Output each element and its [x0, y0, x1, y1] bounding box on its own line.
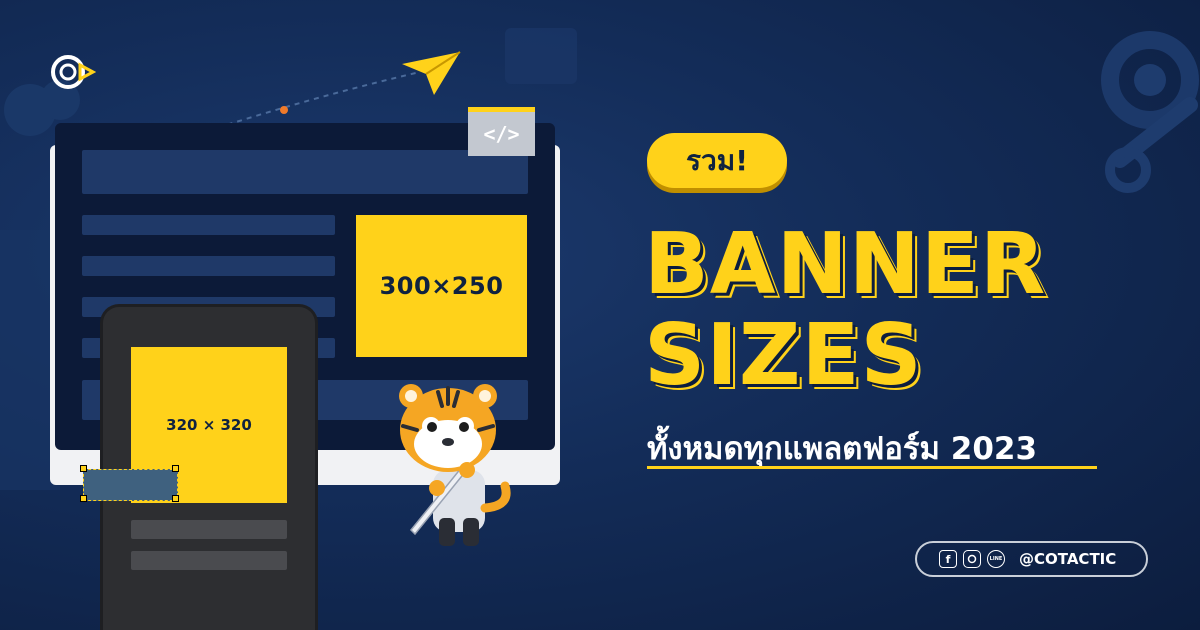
- subtitle-underline: [647, 466, 1097, 469]
- headline-line-1: BANNER: [644, 215, 1047, 314]
- tiger-mascot-illustration: [399, 384, 511, 546]
- mobile-text-placeholder: [131, 520, 287, 539]
- mobile-text-placeholder: [131, 551, 287, 570]
- text-line-placeholder: [82, 256, 335, 276]
- resize-handle: [172, 495, 179, 502]
- facebook-icon: f: [939, 550, 957, 568]
- headline-badge: รวม!: [647, 133, 787, 188]
- resize-handle: [172, 465, 179, 472]
- social-handle: @COTACTIC: [1019, 550, 1117, 568]
- paper-plane-icon: [402, 51, 461, 95]
- cotactic-logo-icon: [51, 55, 96, 89]
- social-handle-pill: f LINE @COTACTIC: [915, 541, 1148, 577]
- instagram-icon: [963, 550, 981, 568]
- line-icon: LINE: [987, 550, 1005, 568]
- resize-handle: [80, 465, 87, 472]
- selected-element-box: [83, 469, 178, 501]
- desktop-ad-banner: 300×250: [356, 215, 527, 357]
- code-tag-icon: </>: [468, 107, 535, 156]
- page-header-placeholder: [82, 150, 528, 194]
- resize-handle: [80, 495, 87, 502]
- banner-canvas: 300×250 </> 320 × 320 รวม! BANNER SIZES …: [0, 0, 1200, 630]
- headline-line-2: SIZES: [644, 306, 923, 405]
- text-line-placeholder: [82, 215, 335, 235]
